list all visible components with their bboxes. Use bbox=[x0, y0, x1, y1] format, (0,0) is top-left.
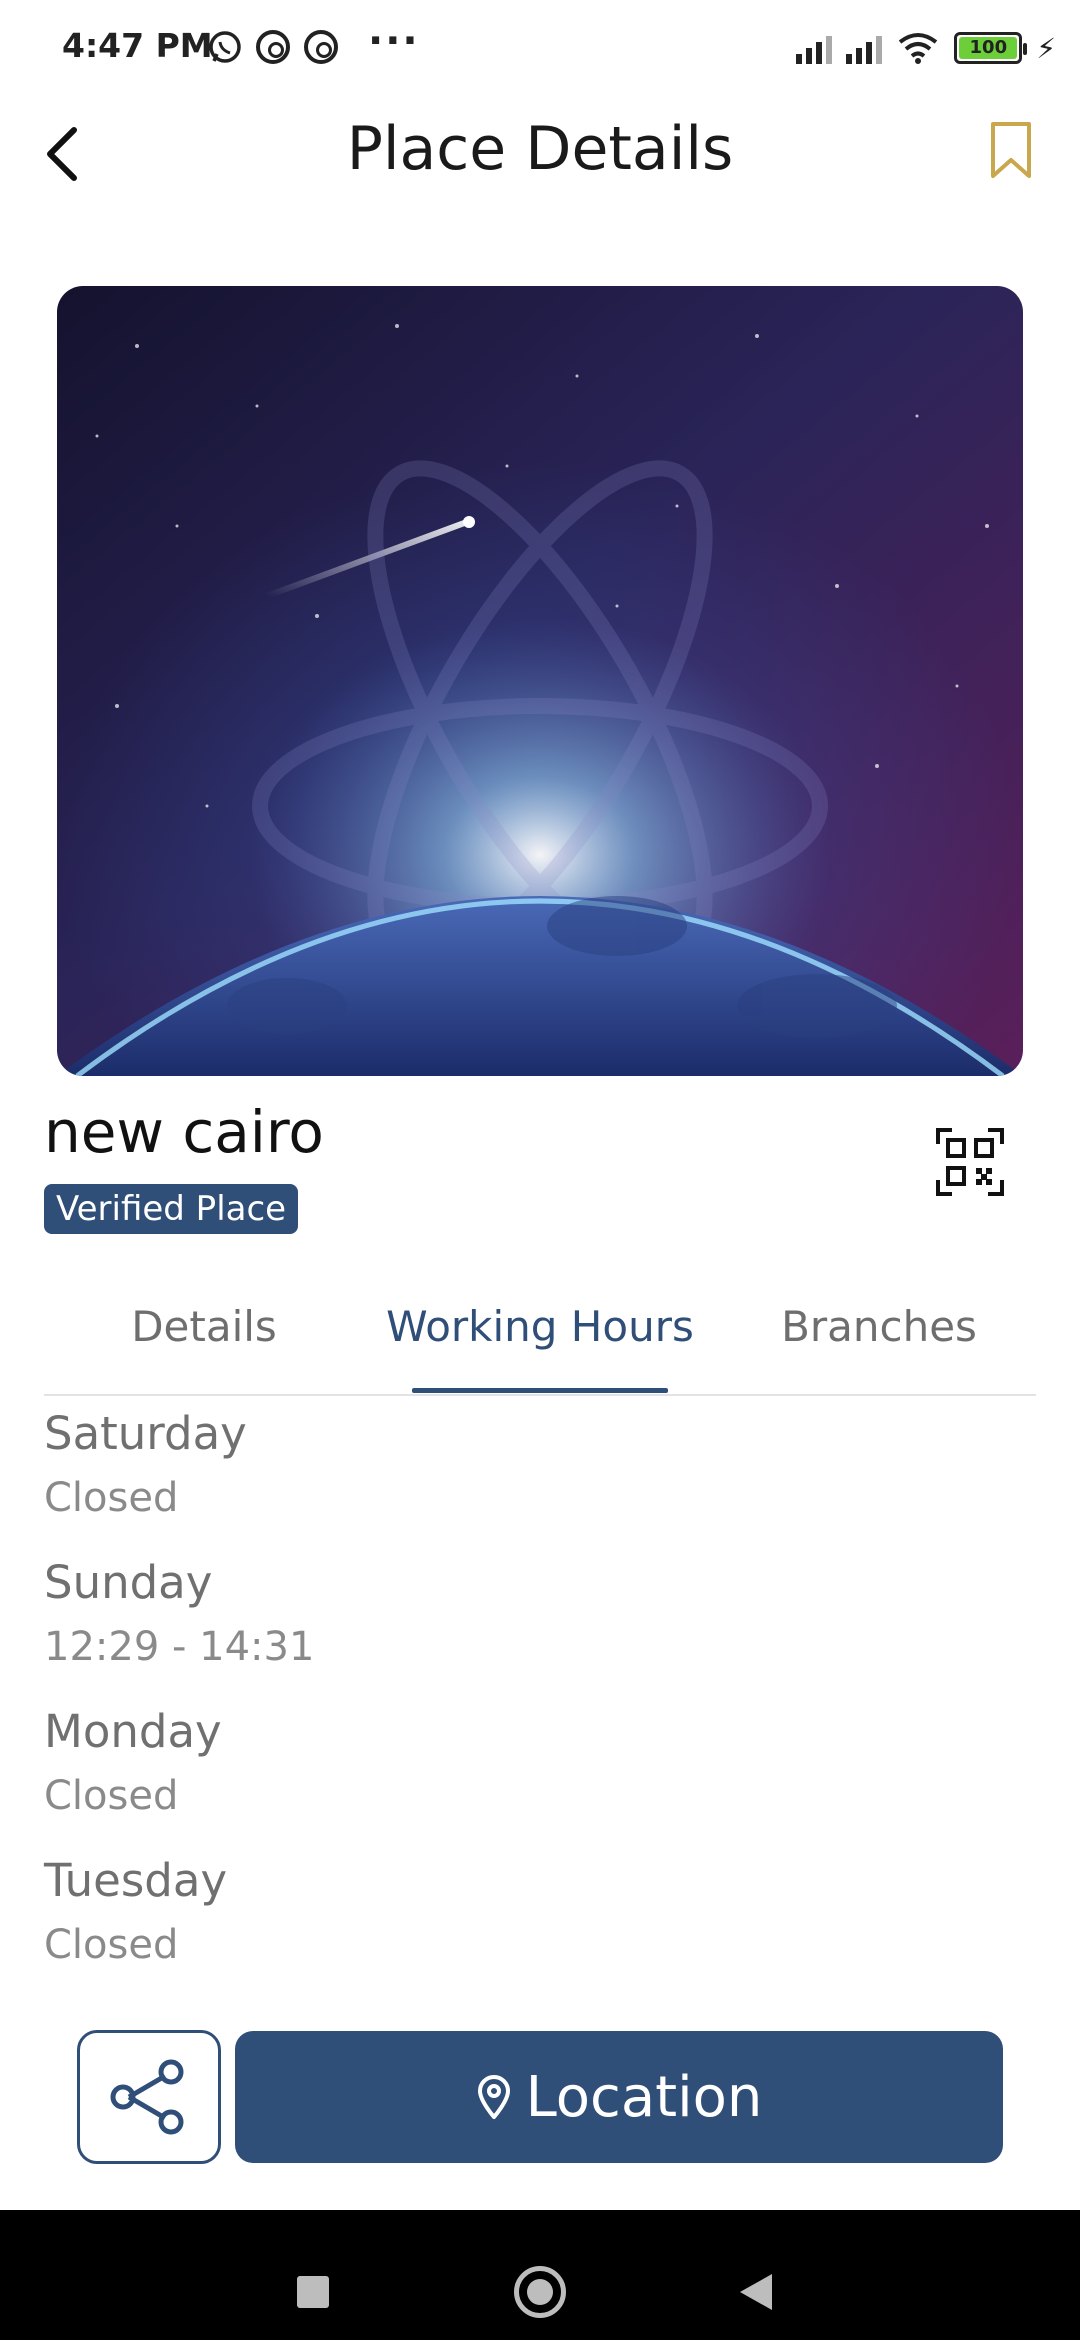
signal-icon bbox=[846, 32, 883, 64]
recents-icon[interactable] bbox=[297, 2276, 329, 2308]
day-label: Saturday bbox=[44, 1407, 247, 1460]
verified-badge: Verified Place bbox=[44, 1184, 299, 1234]
location-label: Location bbox=[525, 2064, 763, 2130]
list-item: Monday Closed bbox=[44, 1698, 1036, 1847]
at-icon bbox=[256, 30, 290, 64]
working-hours-list: Saturday Closed Sunday 12:29 - 14:31 Mon… bbox=[44, 1400, 1036, 1996]
place-image-graphic bbox=[57, 286, 1023, 1076]
system-icons: 100 ⚡ bbox=[796, 30, 1056, 66]
share-icon bbox=[110, 2059, 184, 2135]
hours-value: Closed bbox=[44, 1475, 179, 1521]
signal-icon bbox=[796, 32, 833, 64]
list-item: Saturday Closed bbox=[44, 1400, 1036, 1549]
list-item: Sunday 12:29 - 14:31 bbox=[44, 1549, 1036, 1698]
bookmark-button[interactable] bbox=[986, 118, 1036, 184]
more-icon: ··· bbox=[368, 18, 420, 64]
active-tab-indicator bbox=[412, 1388, 668, 1393]
status-time: 4:47 PM bbox=[62, 26, 213, 65]
back-triangle-icon[interactable] bbox=[740, 2274, 772, 2310]
wifi-icon bbox=[899, 33, 938, 64]
place-name: new cairo bbox=[44, 1098, 324, 1166]
system-nav-bar bbox=[0, 2210, 1080, 2340]
day-label: Tuesday bbox=[44, 1854, 228, 1907]
place-image bbox=[57, 286, 1023, 1076]
day-label: Monday bbox=[44, 1705, 222, 1758]
list-item: Tuesday Closed bbox=[44, 1847, 1036, 1996]
hours-value: 12:29 - 14:31 bbox=[44, 1624, 315, 1670]
at-icon bbox=[304, 30, 338, 64]
hours-value: Closed bbox=[44, 1773, 179, 1819]
charging-icon: ⚡ bbox=[1036, 31, 1056, 65]
tab-details[interactable]: Details bbox=[92, 1290, 316, 1394]
battery-level: 100 bbox=[959, 37, 1018, 59]
home-icon[interactable] bbox=[514, 2266, 566, 2318]
bookmark-icon bbox=[991, 122, 1031, 178]
app-header: Place Details bbox=[0, 100, 1080, 210]
hours-value: Closed bbox=[44, 1922, 179, 1968]
share-button[interactable] bbox=[77, 2030, 221, 2164]
whatsapp-icon bbox=[209, 31, 241, 63]
qr-code-icon bbox=[936, 1128, 1004, 1196]
tab-branches[interactable]: Branches bbox=[754, 1290, 1004, 1394]
tab-working-hours[interactable]: Working Hours bbox=[382, 1290, 698, 1394]
page-title: Place Details bbox=[346, 114, 734, 184]
status-bar: 4:47 PM ··· 100 ⚡ bbox=[0, 0, 1080, 100]
qr-code-button[interactable] bbox=[934, 1126, 1006, 1198]
map-pin-icon bbox=[477, 2075, 510, 2119]
day-label: Sunday bbox=[44, 1556, 213, 1609]
location-button[interactable]: Location bbox=[235, 2031, 1003, 2163]
battery-icon: 100 bbox=[954, 32, 1028, 64]
notification-icons bbox=[208, 30, 338, 64]
tab-bar: Details Working Hours Branches bbox=[44, 1290, 1036, 1396]
